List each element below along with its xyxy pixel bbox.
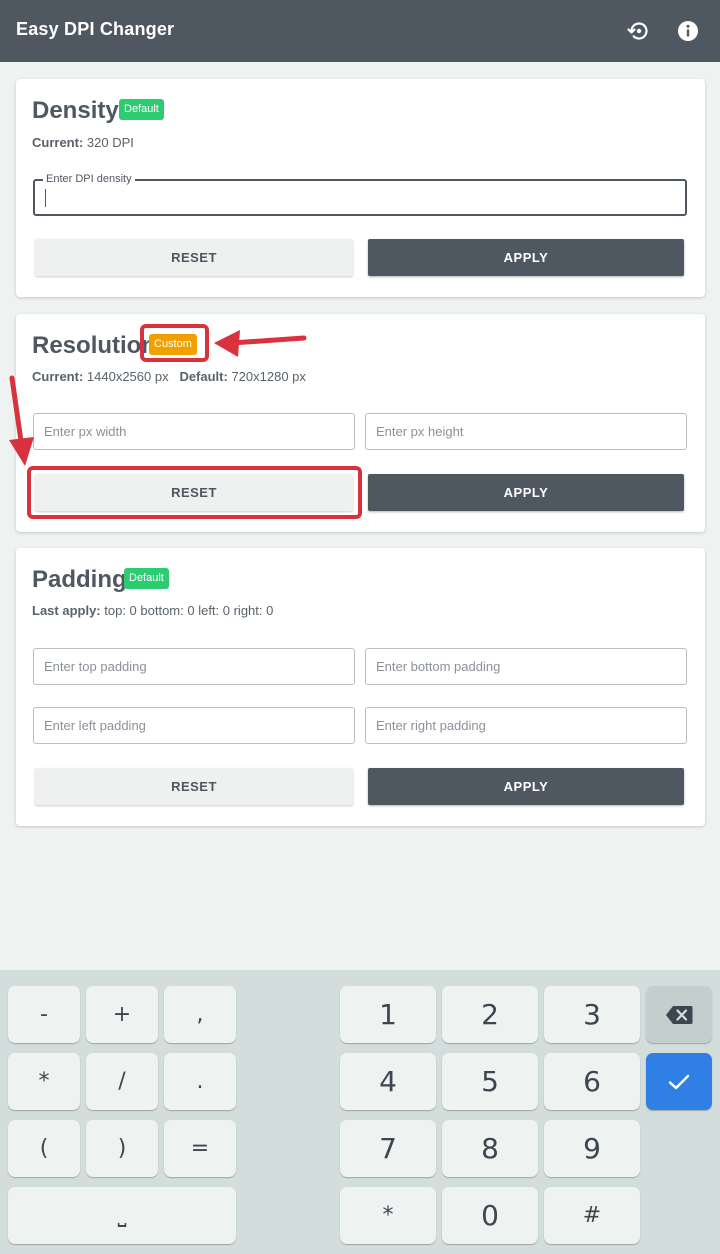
- info-icon[interactable]: [674, 17, 702, 45]
- density-title: Density: [32, 97, 119, 124]
- resolution-current-label: Current:: [32, 369, 84, 384]
- padding-title: Padding: [32, 566, 127, 593]
- left-padding-input[interactable]: [34, 708, 354, 743]
- bottom-padding-input[interactable]: [366, 649, 686, 684]
- key-period[interactable]: .: [164, 1053, 236, 1110]
- px-height-field[interactable]: [365, 413, 687, 450]
- key-space[interactable]: ⎵: [8, 1187, 236, 1244]
- key-asterisk[interactable]: *: [8, 1053, 80, 1110]
- key-slash[interactable]: /: [86, 1053, 158, 1110]
- top-padding-input[interactable]: [34, 649, 354, 684]
- custom-badge-highlight: [140, 324, 209, 362]
- backspace-icon: [666, 1005, 693, 1024]
- resolution-current: Current: 1440x2560 px Default: 720x1280 …: [32, 369, 306, 384]
- bottom-padding-field[interactable]: [365, 648, 687, 685]
- density-status-badge: Default: [119, 99, 164, 120]
- density-current-value: 320 DPI: [86, 135, 134, 150]
- restore-icon[interactable]: [625, 17, 653, 45]
- key-9[interactable]: 9: [544, 1120, 640, 1177]
- padding-status-badge: Default: [124, 568, 169, 589]
- key-6[interactable]: 6: [544, 1053, 640, 1110]
- key-comma[interactable]: ,: [164, 986, 236, 1043]
- density-current-label: Current:: [32, 135, 84, 150]
- key-close-paren[interactable]: ): [86, 1120, 158, 1177]
- px-width-field[interactable]: [33, 413, 355, 450]
- px-width-input[interactable]: [34, 414, 354, 449]
- left-padding-field[interactable]: [33, 707, 355, 744]
- density-current: Current: 320 DPI: [32, 135, 134, 150]
- app-bar: Easy DPI Changer: [0, 0, 720, 62]
- done-key[interactable]: [646, 1053, 712, 1110]
- right-padding-field[interactable]: [365, 707, 687, 744]
- padding-reset-button[interactable]: RESET: [35, 768, 353, 805]
- padding-last-value: top: 0 bottom: 0 left: 0 right: 0: [104, 603, 274, 618]
- key-1[interactable]: 1: [340, 986, 436, 1043]
- density-apply-button[interactable]: APPLY: [368, 239, 684, 276]
- app-title: Easy DPI Changer: [16, 19, 175, 39]
- key-4[interactable]: 4: [340, 1053, 436, 1110]
- text-caret: [45, 189, 46, 207]
- reset-button-highlight: [27, 466, 362, 519]
- density-reset-button[interactable]: RESET: [35, 239, 353, 276]
- density-card: Density Default Current: 320 DPI Enter D…: [16, 79, 705, 297]
- resolution-default-value: 720x1280 px: [231, 369, 306, 384]
- padding-apply-button[interactable]: APPLY: [368, 768, 684, 805]
- checkmark-icon: [668, 1074, 690, 1089]
- resolution-current-value: 1440x2560 px: [86, 369, 169, 384]
- dpi-density-label: Enter DPI density: [43, 173, 135, 185]
- key-2[interactable]: 2: [442, 986, 538, 1043]
- key-plus[interactable]: +: [86, 986, 158, 1043]
- dpi-density-field[interactable]: Enter DPI density: [33, 173, 687, 216]
- key-5[interactable]: 5: [442, 1053, 538, 1110]
- padding-last-label: Last apply:: [32, 603, 101, 618]
- padding-card: Padding Default Last apply: top: 0 botto…: [16, 548, 705, 826]
- key-7[interactable]: 7: [340, 1120, 436, 1177]
- resolution-title: Resolution: [32, 332, 156, 359]
- key-hash[interactable]: #: [544, 1187, 640, 1244]
- key-minus[interactable]: -: [8, 986, 80, 1043]
- numeric-keyboard: - + , * / . ( ) = ⎵ 1 2 3 4 5 6 7 8 9 * …: [0, 970, 720, 1254]
- resolution-default-label: Default:: [179, 369, 228, 384]
- top-padding-field[interactable]: [33, 648, 355, 685]
- key-open-paren[interactable]: (: [8, 1120, 80, 1177]
- px-height-input[interactable]: [366, 414, 686, 449]
- resolution-apply-button[interactable]: APPLY: [368, 474, 684, 511]
- backspace-key[interactable]: [646, 986, 712, 1043]
- key-0[interactable]: 0: [442, 1187, 538, 1244]
- key-3[interactable]: 3: [544, 986, 640, 1043]
- right-padding-input[interactable]: [366, 708, 686, 743]
- padding-last-apply: Last apply: top: 0 bottom: 0 left: 0 rig…: [32, 603, 273, 618]
- key-star[interactable]: *: [340, 1187, 436, 1244]
- key-equals[interactable]: =: [164, 1120, 236, 1177]
- dpi-density-input[interactable]: [35, 181, 685, 214]
- key-8[interactable]: 8: [442, 1120, 538, 1177]
